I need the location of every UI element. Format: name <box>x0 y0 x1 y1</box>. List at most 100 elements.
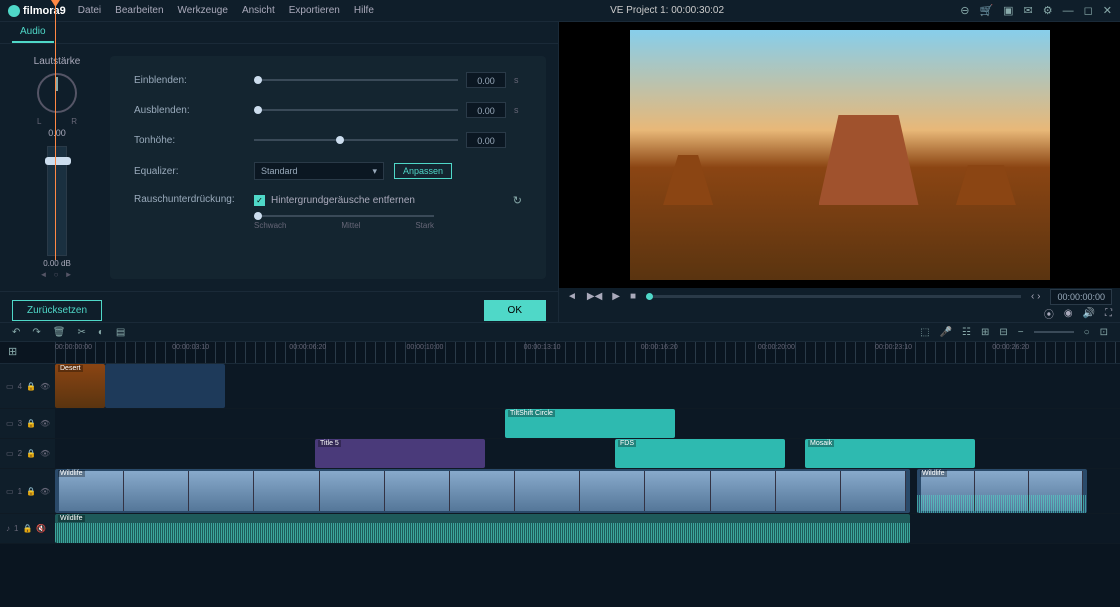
audio-editor-panel: Audio Lautstärke L R 0.00 0.00 dB ◄ ○ ► <box>0 22 558 322</box>
cart-icon[interactable]: 🛒 <box>979 4 993 17</box>
meter-arrows[interactable]: ◄ ○ ► <box>39 270 74 279</box>
dial-value: 0.00 <box>48 128 66 138</box>
user-icon[interactable]: ⊖ <box>960 4 969 17</box>
clip-desert[interactable]: Desert <box>55 364 105 408</box>
extra-controls: ⦿ ◉ 🔊 ⛶ <box>559 306 1120 322</box>
lock-icon[interactable]: 🔒 <box>22 524 32 533</box>
delete-icon[interactable]: 🗑 <box>53 327 66 338</box>
mic-icon[interactable]: 🎤 <box>940 327 952 338</box>
clip-wildlife[interactable]: Wildlife <box>55 469 910 513</box>
video-preview <box>559 22 1120 288</box>
marker-icon[interactable]: ◐ <box>98 327 104 338</box>
noise-checkbox[interactable]: ✓ <box>254 195 265 206</box>
fadein-slider[interactable] <box>254 79 458 81</box>
volume-meter[interactable] <box>47 146 67 256</box>
eye-icon[interactable]: 👁 <box>40 382 50 391</box>
meter-thumb[interactable] <box>45 157 71 165</box>
fadeout-value[interactable]: 0.00 <box>466 102 506 118</box>
play-back-button[interactable]: ▶◀ <box>587 291 602 302</box>
menu-tools[interactable]: Werkzeuge <box>178 5 228 16</box>
nav-arrows[interactable]: ‹ › <box>1031 291 1040 302</box>
clip-wildlife-2[interactable]: Wildlife <box>917 469 1087 513</box>
fadeout-slider[interactable] <box>254 109 458 111</box>
video-frame <box>630 30 1050 280</box>
track-adjust-icon[interactable]: ⊞ <box>8 345 17 358</box>
dial-l: L <box>37 117 41 126</box>
timecode: 00:00:00:00 <box>1050 289 1112 305</box>
mute-icon[interactable]: 🔇 <box>36 524 46 533</box>
lock-icon[interactable]: 🔒 <box>26 449 36 458</box>
equalizer-adjust-button[interactable]: Anpassen <box>394 163 452 179</box>
track-video-1: ▭1 🔒 👁 Wildlife Wildlife <box>0 469 1120 514</box>
ruler-tick: 00:00:10:00 <box>406 344 443 351</box>
lock-icon[interactable]: 🔒 <box>26 382 36 391</box>
clip-audio-wildlife[interactable]: Wildlife <box>55 514 910 543</box>
track-video-2: ▭2 🔒 👁 Title 5 FDS Mosaik <box>0 439 1120 469</box>
video-icon: ▭ <box>6 419 14 428</box>
lock-icon[interactable]: 🔒 <box>26 419 36 428</box>
tool5-icon[interactable]: ⊟ <box>999 327 1007 338</box>
equalizer-select[interactable]: Standard ▾ <box>254 162 384 180</box>
audio-settings: Lautstärke L R 0.00 0.00 dB ◄ ○ ► Einble… <box>0 44 558 291</box>
settings-icon[interactable]: ⚙ <box>1043 4 1053 17</box>
crop-icon[interactable]: ▤ <box>116 327 125 338</box>
track-head-1: ▭1 🔒 👁 <box>0 469 55 513</box>
zoom-slider[interactable] <box>1034 331 1074 333</box>
record-icon[interactable]: ⦿ <box>1044 306 1054 321</box>
progress-bar[interactable] <box>646 295 1021 298</box>
prev-frame-button[interactable]: ◄ <box>567 291 577 302</box>
clip-desert-ext[interactable] <box>105 364 225 408</box>
snapshot-icon[interactable]: ◉ <box>1064 308 1073 319</box>
logo-icon <box>8 5 20 17</box>
fadein-value[interactable]: 0.00 <box>466 72 506 88</box>
maximize-icon[interactable]: ◻ <box>1084 4 1093 17</box>
track-head-2: ▭2 🔒 👁 <box>0 439 55 468</box>
menu-view[interactable]: Ansicht <box>242 5 275 16</box>
zoom-in-icon[interactable]: ○ <box>1084 327 1090 338</box>
track-head-4: ▭4 🔒 👁 <box>0 364 55 408</box>
eye-icon[interactable]: 👁 <box>40 449 50 458</box>
tool1-icon[interactable]: ⬚ <box>920 327 929 338</box>
save-icon[interactable]: ▣ <box>1003 4 1013 17</box>
zoom-out-icon[interactable]: − <box>1018 327 1024 338</box>
mixer-icon[interactable]: ☷ <box>962 327 971 338</box>
zoom-fit-icon[interactable]: ⊡ <box>1100 327 1108 338</box>
redo-icon[interactable]: ↷ <box>32 327 40 338</box>
ok-button[interactable]: OK <box>484 300 546 321</box>
cut-icon[interactable]: ✂ <box>77 327 85 338</box>
stop-button[interactable]: ■ <box>630 291 636 302</box>
time-ruler[interactable]: ⊞ 00:00:00:00 00:00:03:10 00:00:06:20 00… <box>0 342 1120 364</box>
pitch-slider[interactable] <box>254 139 458 141</box>
close-icon[interactable]: ✕ <box>1103 4 1112 17</box>
minimize-icon[interactable]: — <box>1063 5 1074 17</box>
menu-file[interactable]: Datei <box>78 5 101 16</box>
eye-icon[interactable]: 👁 <box>40 419 50 428</box>
volume-dial[interactable] <box>37 73 77 113</box>
pitch-value[interactable]: 0.00 <box>466 132 506 148</box>
clip-fds[interactable]: FDS <box>615 439 785 468</box>
volume-icon[interactable]: 🔊 <box>1083 308 1095 319</box>
clip-mosaic[interactable]: Mosaik <box>805 439 975 468</box>
clip-tiltshift[interactable]: TiltShift Circle <box>505 409 675 438</box>
reset-button[interactable]: Zurücksetzen <box>12 300 102 321</box>
track-video-4: ▭4 🔒 👁 Desert <box>0 364 1120 409</box>
menu-edit[interactable]: Bearbeiten <box>115 5 163 16</box>
undo-icon[interactable]: ↶ <box>12 327 20 338</box>
play-button[interactable]: ▶ <box>612 291 620 302</box>
tab-audio[interactable]: Audio <box>12 22 54 43</box>
timeline: ⊞ 00:00:00:00 00:00:03:10 00:00:06:20 00… <box>0 342 1120 604</box>
ruler-tick: 00:00:23:10 <box>875 344 912 351</box>
top-bar: filmora9 Datei Bearbeiten Werkzeuge Ansi… <box>0 0 1120 22</box>
eye-icon[interactable]: 👁 <box>40 487 50 496</box>
lock-icon[interactable]: 🔒 <box>26 487 36 496</box>
fullscreen-icon[interactable]: ⛶ <box>1105 308 1112 319</box>
menu-export[interactable]: Exportieren <box>289 5 340 16</box>
refresh-icon[interactable]: ↻ <box>513 194 522 207</box>
noise-slider[interactable] <box>254 215 434 217</box>
noise-slider-labels: Schwach Mittel Stark <box>254 221 434 230</box>
mail-icon[interactable]: ✉ <box>1024 4 1033 17</box>
settings-box: Einblenden: 0.00 s Ausblenden: 0.00 s <box>110 56 546 279</box>
menu-help[interactable]: Hilfe <box>354 5 374 16</box>
clip-title5[interactable]: Title 5 <box>315 439 485 468</box>
tool4-icon[interactable]: ⊞ <box>981 327 989 338</box>
